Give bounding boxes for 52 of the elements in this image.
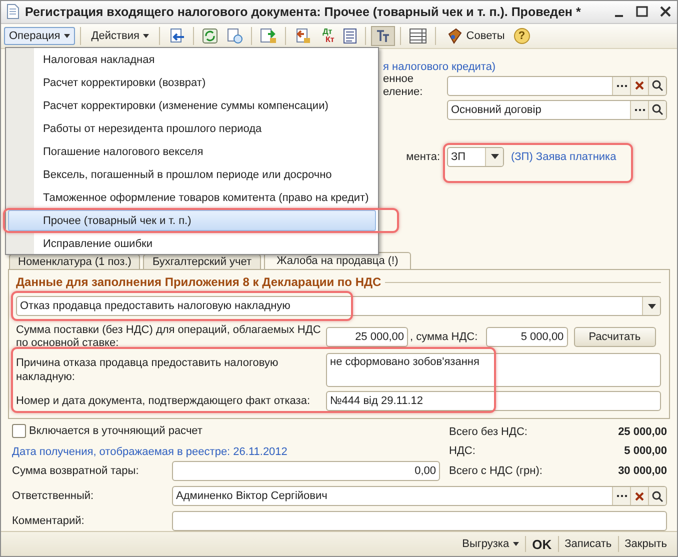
total-value: 25 000,00	[618, 426, 667, 440]
document-type-combo[interactable]: ЗП	[447, 146, 504, 167]
ok-button[interactable]: OK	[526, 536, 558, 552]
refusal-type-combo[interactable]: Отказ продавца предоставить налоговую накладную	[16, 296, 661, 316]
menu-item[interactable]: Прочее (товарный чек и т. п.)	[8, 210, 376, 232]
tab[interactable]: Номенклатура (1 поз.)	[9, 254, 140, 270]
division-label: еление:	[383, 86, 424, 99]
vat-amount-label: , сумма НДС:	[410, 331, 478, 344]
window-title: Регистрация входящего налогового документа: Прочее (товарный чек и т. п.). Проведен *	[25, 4, 582, 19]
save-button[interactable]: Записать	[558, 538, 618, 550]
menu-item[interactable]: Исправление ошибки	[8, 233, 376, 254]
tab[interactable]: Бухгалтерский учет	[143, 254, 261, 270]
receipt-date-link[interactable]: Дата получения, отображаемая в реестре: 26.11.2012	[12, 446, 443, 458]
total-value: 30 000,00	[618, 465, 667, 478]
refusal-reason-label: Причина отказа продавца предоставить налоговую накладную:	[16, 356, 280, 384]
refinement-label: Включается в уточняющий расчет	[29, 425, 202, 438]
actions-menu[interactable]: Действия	[86, 26, 154, 45]
document-type-link[interactable]: (ЗП) Заява платника	[511, 150, 616, 163]
section-title: Данные для заполнения Приложения 8 к Декларации по НДС	[16, 275, 382, 290]
menu-item[interactable]: Работы от нерезидента прошлого периода	[8, 118, 376, 140]
debit-credit-button[interactable]: Дт Кт	[317, 28, 338, 44]
contract-field[interactable]: Основний договір	[447, 100, 667, 120]
tare-amount-label: Сумма возвратной тары:	[12, 465, 140, 478]
menu-item[interactable]: Вексель, погашенный в прошлом периоде или досрочно	[8, 164, 376, 186]
total-value: 5 000,00	[623, 445, 667, 458]
menu-item[interactable]: Таможенное оформление товаров комитента (право на кредит)	[8, 187, 376, 208]
responsible-label: Ответственный:	[12, 490, 95, 502]
total-label: Всего без НДС:	[449, 426, 528, 440]
menu-item[interactable]: Погашение налогового векселя	[8, 142, 376, 162]
close-button[interactable]: Закрыть	[618, 538, 673, 550]
tax-credit-link[interactable]: я налогового кредита)	[383, 60, 677, 73]
document-type-label: мента:	[405, 150, 440, 163]
vat-amount-field[interactable]: 5 000,00	[486, 327, 568, 348]
tare-amount-field[interactable]: 0,00	[172, 461, 440, 482]
export-menu[interactable]: Выгрузка	[456, 538, 526, 550]
menu-item[interactable]: Налоговая накладная	[8, 50, 376, 71]
menu-item[interactable]: Расчет корректировки (изменение суммы компенсации)	[8, 96, 376, 117]
menu-item[interactable]: Расчет корректировки (возврат)	[8, 72, 376, 94]
total-label: НДС:	[449, 445, 476, 458]
comment-label: Комментарий:	[12, 515, 86, 528]
supply-amount-field[interactable]: 25 000,00	[326, 327, 408, 348]
help-button[interactable]: ?	[514, 28, 530, 44]
refusal-document-field[interactable]: №444 від 29.11.12	[326, 391, 661, 412]
division-label: енное	[383, 72, 415, 86]
calculate-button[interactable]: Расчитать	[574, 327, 656, 348]
tips-button[interactable]: Советы	[441, 26, 511, 45]
total-label: Всего с НДС (грн):	[449, 465, 544, 478]
refusal-document-label: Номер и дата документа, подтверждающего факт отказа:	[16, 395, 312, 408]
refusal-reason-field[interactable]: не сформовано зобов'язання	[326, 353, 661, 388]
operation-menu[interactable]: Операция	[4, 26, 76, 45]
supply-amount-label: Сумма поставки (без НДС) для операций, облагаемых НДС по основной ставке:	[16, 324, 321, 350]
responsible-field[interactable]: Админенко Віктор Сергійович	[172, 486, 667, 506]
